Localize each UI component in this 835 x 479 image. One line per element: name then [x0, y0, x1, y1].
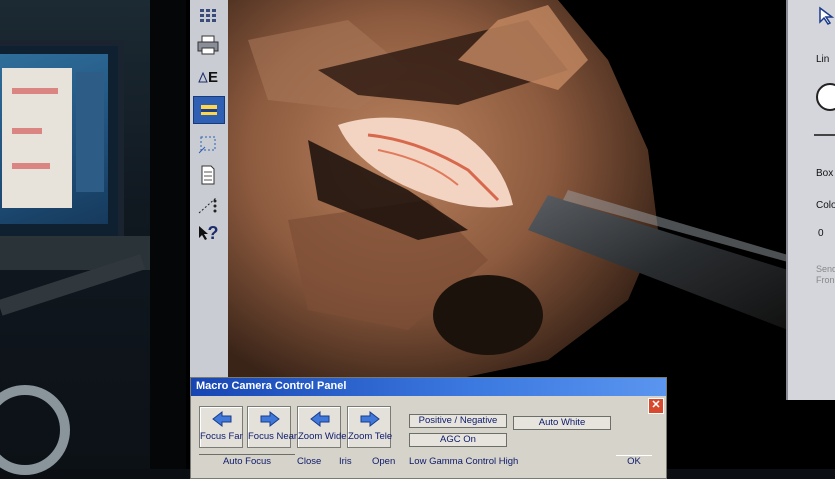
- from-label: Fron: [816, 275, 835, 285]
- focus-near-button[interactable]: Focus Near: [247, 406, 298, 448]
- agc-button[interactable]: AGC On: [409, 433, 507, 447]
- send-label: Send: [816, 264, 835, 274]
- text-tool-glyph: E: [207, 68, 218, 86]
- camera-live-view: [228, 0, 788, 385]
- zoom-tele-label: Zoom Tele: [348, 431, 393, 442]
- line-label: Lin: [816, 54, 830, 65]
- dialog-titlebar[interactable]: Macro Camera Control Panel: [191, 378, 666, 396]
- arrow-left-icon: [310, 410, 330, 428]
- value-field[interactable]: 0: [818, 228, 824, 239]
- document-icon[interactable]: [193, 162, 223, 188]
- iris-open-label[interactable]: Open: [372, 456, 395, 467]
- dotted-line-icon[interactable]: [193, 192, 223, 218]
- arrow-left-icon: [212, 410, 232, 428]
- circle-tool-icon[interactable]: [816, 83, 835, 111]
- background-monitor: [0, 40, 124, 242]
- gamma-control-label[interactable]: Low Gamma Control High: [409, 456, 518, 467]
- focus-far-label: Focus Far: [200, 431, 243, 442]
- dialog-close-button[interactable]: ✕: [648, 398, 664, 414]
- arrow-right-icon: [260, 410, 280, 428]
- focus-near-label: Focus Near: [248, 431, 298, 442]
- iris-label: Iris: [339, 456, 352, 467]
- help-pointer-icon[interactable]: ?: [193, 220, 223, 246]
- color-label: Colo: [816, 200, 835, 211]
- positive-negative-button[interactable]: Positive / Negative: [409, 414, 507, 428]
- pointer-icon[interactable]: [818, 6, 835, 26]
- ok-button[interactable]: OK: [616, 455, 652, 470]
- grid-icon[interactable]: [193, 2, 223, 28]
- zoom-wide-button[interactable]: Zoom Wide: [297, 406, 347, 448]
- arrow-right-icon: [360, 410, 380, 428]
- color-fill-icon[interactable]: [193, 96, 225, 124]
- iris-close-label[interactable]: Close: [297, 456, 321, 467]
- lamp-ring: [0, 385, 70, 475]
- help-glyph: ?: [207, 222, 219, 243]
- monitor-bezel: [150, 0, 190, 469]
- box-color-label: Box C: [816, 168, 835, 179]
- auto-focus-button[interactable]: Auto Focus: [199, 454, 295, 469]
- background-screen: [0, 54, 108, 224]
- printer-icon[interactable]: [193, 32, 223, 58]
- line-width-slider[interactable]: [814, 134, 835, 136]
- macro-camera-dialog: Macro Camera Control Panel ✕ Focus Far F…: [190, 377, 667, 479]
- select-box-icon[interactable]: [193, 132, 223, 158]
- auto-white-button[interactable]: Auto White: [513, 416, 611, 430]
- zoom-wide-label: Zoom Wide: [298, 431, 347, 442]
- zoom-tele-button[interactable]: Zoom Tele: [347, 406, 393, 448]
- dialog-title: Macro Camera Control Panel: [196, 380, 347, 392]
- send-button[interactable]: Send Fron: [816, 264, 835, 286]
- annotation-panel: Lin Box C Colo 0 Send Fron: [786, 0, 835, 400]
- text-annotate-icon[interactable]: E: [193, 64, 223, 90]
- tool-palette: E ?: [190, 0, 229, 380]
- focus-far-button[interactable]: Focus Far: [199, 406, 243, 448]
